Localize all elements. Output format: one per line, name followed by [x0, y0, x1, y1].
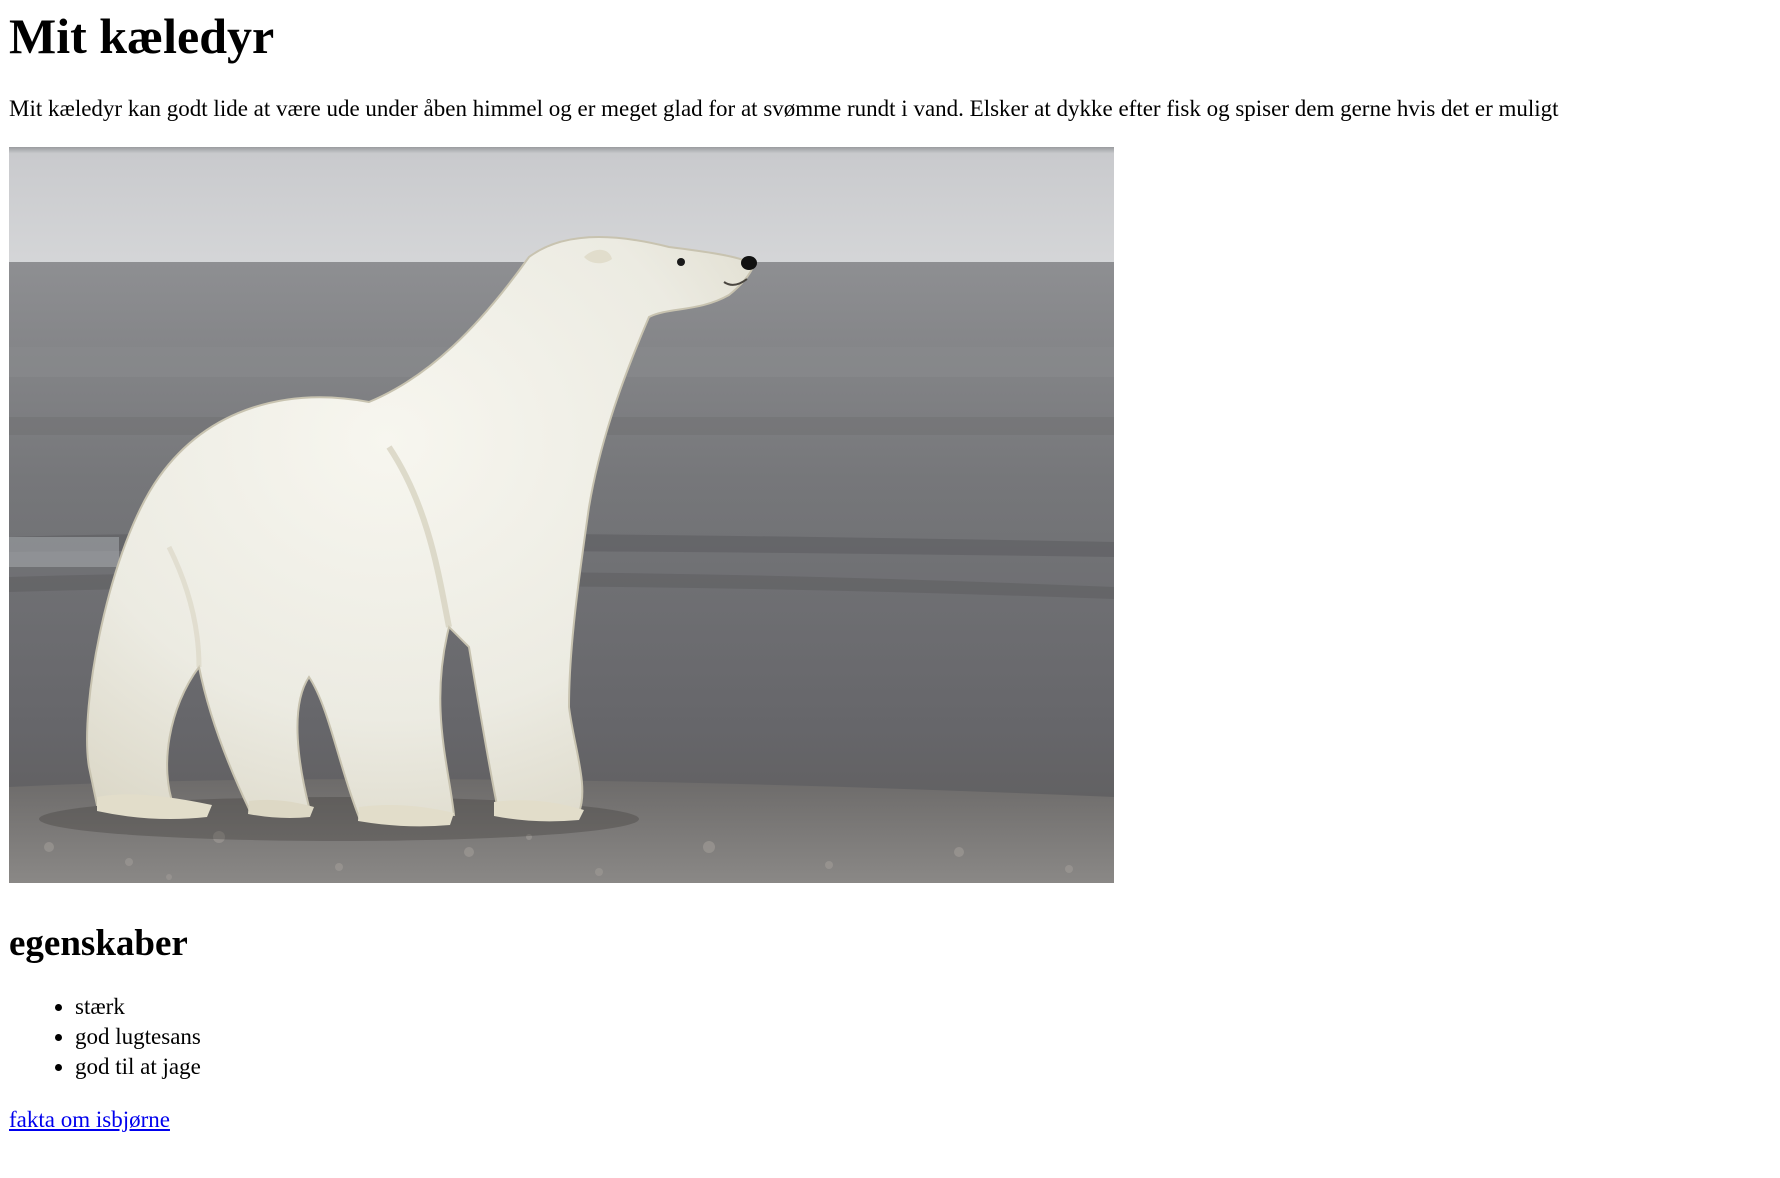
list-item: god til at jage: [75, 1052, 1771, 1082]
page-title: Mit kæledyr: [9, 8, 275, 64]
facts-link[interactable]: fakta om isbjørne: [9, 1107, 170, 1133]
intro-paragraph: Mit kæledyr kan godt lide at være ude un…: [9, 95, 1559, 121]
traits-heading: egenskaber: [9, 923, 188, 965]
polar-bear-photo: [9, 147, 1114, 884]
traits-list: stærk god lugtesans god til at jage: [9, 992, 1771, 1082]
list-item: god lugtesans: [75, 1022, 1771, 1052]
list-item: stærk: [75, 992, 1771, 1022]
